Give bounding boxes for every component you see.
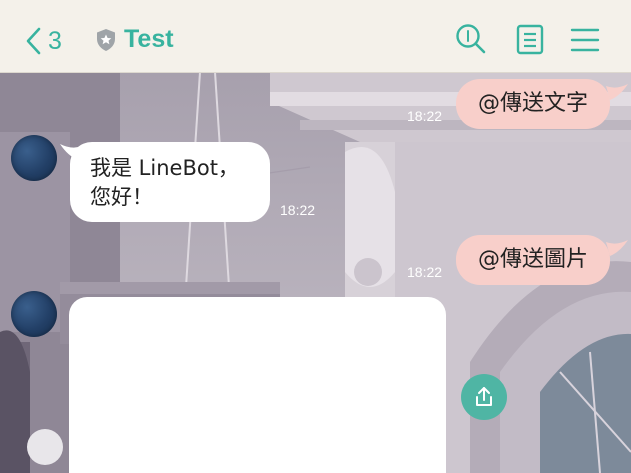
message-time: 18:22 — [407, 264, 443, 280]
message-time: 18:22 — [407, 108, 443, 124]
bot-avatar[interactable] — [11, 135, 57, 181]
share-upload-icon — [476, 387, 492, 406]
outgoing-message-bubble[interactable]: @傳送文字 — [456, 79, 611, 129]
back-button[interactable]: 3 — [24, 24, 70, 58]
unread-count: 3 — [48, 26, 62, 55]
bot-avatar[interactable] — [11, 291, 57, 337]
back-chevron-icon — [26, 27, 41, 55]
incoming-image-message[interactable] — [69, 297, 446, 473]
message-time: 18:22 — [280, 202, 316, 218]
search-icon[interactable] — [454, 22, 488, 56]
message-text: @傳送圖片 — [478, 247, 589, 272]
bubble-tail-outgoing — [606, 84, 628, 100]
incoming-message-bubble[interactable]: 我是 LineBot， 您好！ — [70, 142, 270, 222]
message-text-line: 您好！ — [90, 185, 153, 209]
share-button[interactable] — [461, 374, 507, 420]
bubble-tail-outgoing — [606, 240, 628, 256]
chat-title[interactable]: Test — [124, 25, 174, 54]
message-text: @傳送文字 — [478, 91, 589, 116]
shield-icon — [97, 29, 115, 51]
chat-header: 3 Test — [0, 0, 631, 73]
outgoing-message-bubble[interactable]: @傳送圖片 — [456, 235, 611, 285]
chat-background: 18:22 @傳送文字 我是 LineBot， 您好！ 18:22 18:22 … — [0, 72, 631, 473]
message-text-line: 我是 LineBot， — [90, 156, 239, 180]
menu-icon[interactable] — [568, 22, 602, 56]
notes-icon[interactable] — [513, 22, 547, 56]
